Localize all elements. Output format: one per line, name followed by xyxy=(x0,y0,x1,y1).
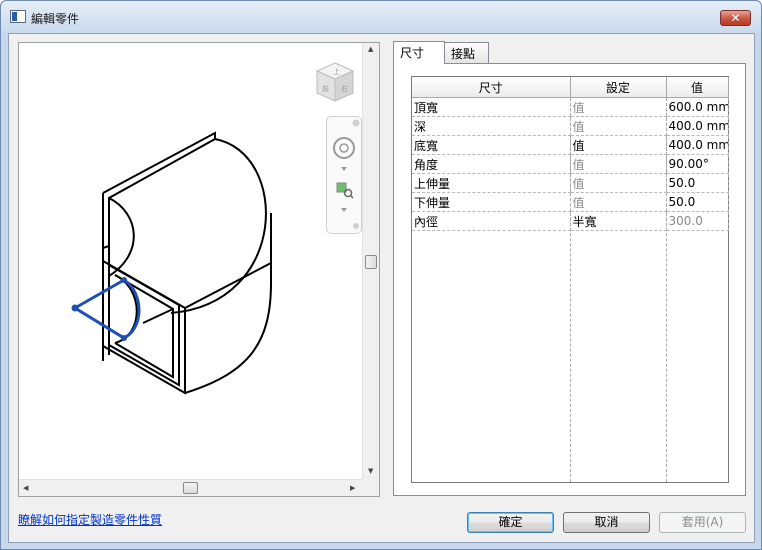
value-cell[interactable]: 600.0 mm xyxy=(666,97,729,117)
duct-fitting-drawing xyxy=(71,131,272,395)
dialog-body: 上 前 右 ▲ ▼ ◀ ▶ 尺寸 接點 尺寸 設定 值 頂寬 值 600.0 m… xyxy=(8,33,755,543)
scroll-down-arrow[interactable]: ▼ xyxy=(368,467,373,475)
column-divider xyxy=(666,98,667,482)
column-header-setting[interactable]: 設定 xyxy=(570,77,667,98)
value-cell[interactable]: 300.0 xyxy=(666,211,729,231)
vertical-scrollbar[interactable]: ▲ ▼ xyxy=(362,43,379,479)
vertical-scroll-thumb[interactable] xyxy=(365,255,377,269)
dimension-name-cell[interactable]: 角度 xyxy=(412,154,571,174)
scroll-up-arrow[interactable]: ▲ xyxy=(368,45,373,53)
value-cell[interactable]: 90.00° xyxy=(666,154,729,174)
tab-connectors[interactable]: 接點 xyxy=(444,42,489,63)
column-divider xyxy=(570,98,571,482)
tab-dimensions[interactable]: 尺寸 xyxy=(393,41,445,64)
steering-wheel-icon[interactable] xyxy=(333,137,355,159)
scroll-right-arrow[interactable]: ▶ xyxy=(350,484,355,492)
cancel-button[interactable]: 取消 xyxy=(563,512,650,533)
setting-cell[interactable]: 值 xyxy=(570,154,667,174)
setting-cell[interactable]: 值 xyxy=(570,135,667,155)
navbar-options-icon[interactable] xyxy=(353,223,359,229)
dimension-name-cell[interactable]: 深 xyxy=(412,116,571,136)
ok-button[interactable]: 確定 xyxy=(467,512,554,533)
dimension-name-cell[interactable]: 上伸量 xyxy=(412,173,571,193)
apply-button[interactable]: 套用(A) xyxy=(659,512,746,533)
chevron-down-icon[interactable] xyxy=(341,208,347,212)
scroll-corner xyxy=(362,479,379,496)
app-icon xyxy=(10,10,26,23)
window-title: 編輯零件 xyxy=(31,12,80,26)
dimension-name-cell[interactable]: 下伸量 xyxy=(412,192,571,212)
setting-cell[interactable]: 值 xyxy=(570,97,667,117)
title-bar: 編輯零件 ✕ xyxy=(1,1,761,33)
svg-text:前: 前 xyxy=(322,84,329,93)
viewcube-icon[interactable]: 上 前 右 xyxy=(311,59,359,107)
chevron-down-icon[interactable] xyxy=(341,167,347,171)
horizontal-scroll-thumb[interactable] xyxy=(183,482,198,494)
navigation-bar xyxy=(326,116,362,234)
value-cell[interactable]: 400.0 mm xyxy=(666,116,729,136)
setting-cell[interactable]: 值 xyxy=(570,192,667,212)
dimensions-table: 尺寸 設定 值 頂寬值 600.0 mm 深值 400.0 mm 底寬值 400.0 mm… xyxy=(411,76,729,483)
value-cell[interactable]: 50.0 xyxy=(666,173,729,193)
setting-cell[interactable]: 值 xyxy=(570,173,667,193)
dimensions-panel: 尺寸 設定 值 頂寬值 600.0 mm 深值 400.0 mm 底寬值 400.0 mm… xyxy=(393,63,746,496)
part-preview-viewport[interactable]: 上 前 右 ▲ ▼ ◀ ▶ xyxy=(18,42,380,497)
column-header-value[interactable]: 值 xyxy=(666,77,729,98)
close-button[interactable]: ✕ xyxy=(720,10,751,26)
setting-cell[interactable]: 半寬 xyxy=(570,211,667,231)
edit-part-dialog: 編輯零件 ✕ 上 前 右 ▲ ▼ ◀ ▶ 尺寸 接點 尺寸 設定 值 頂寬 值 … xyxy=(0,0,762,550)
dimension-name-cell[interactable]: 內徑 xyxy=(412,211,571,231)
setting-cell[interactable]: 值 xyxy=(570,116,667,136)
navbar-close-icon[interactable] xyxy=(352,119,360,127)
svg-text:上: 上 xyxy=(333,67,340,76)
value-cell[interactable]: 50.0 xyxy=(666,192,729,212)
table-header-row: 尺寸 設定 值 xyxy=(412,77,729,98)
horizontal-scrollbar[interactable]: ◀ ▶ xyxy=(19,479,363,496)
scroll-left-arrow[interactable]: ◀ xyxy=(23,484,28,492)
value-cell[interactable]: 400.0 mm xyxy=(666,135,729,155)
dimension-name-cell[interactable]: 頂寬 xyxy=(412,97,571,117)
column-header-dimension[interactable]: 尺寸 xyxy=(412,77,571,98)
dimension-name-cell[interactable]: 底寬 xyxy=(412,135,571,155)
svg-text:右: 右 xyxy=(341,84,348,93)
help-link[interactable]: 瞭解如何指定製造零件性質 xyxy=(18,511,162,528)
